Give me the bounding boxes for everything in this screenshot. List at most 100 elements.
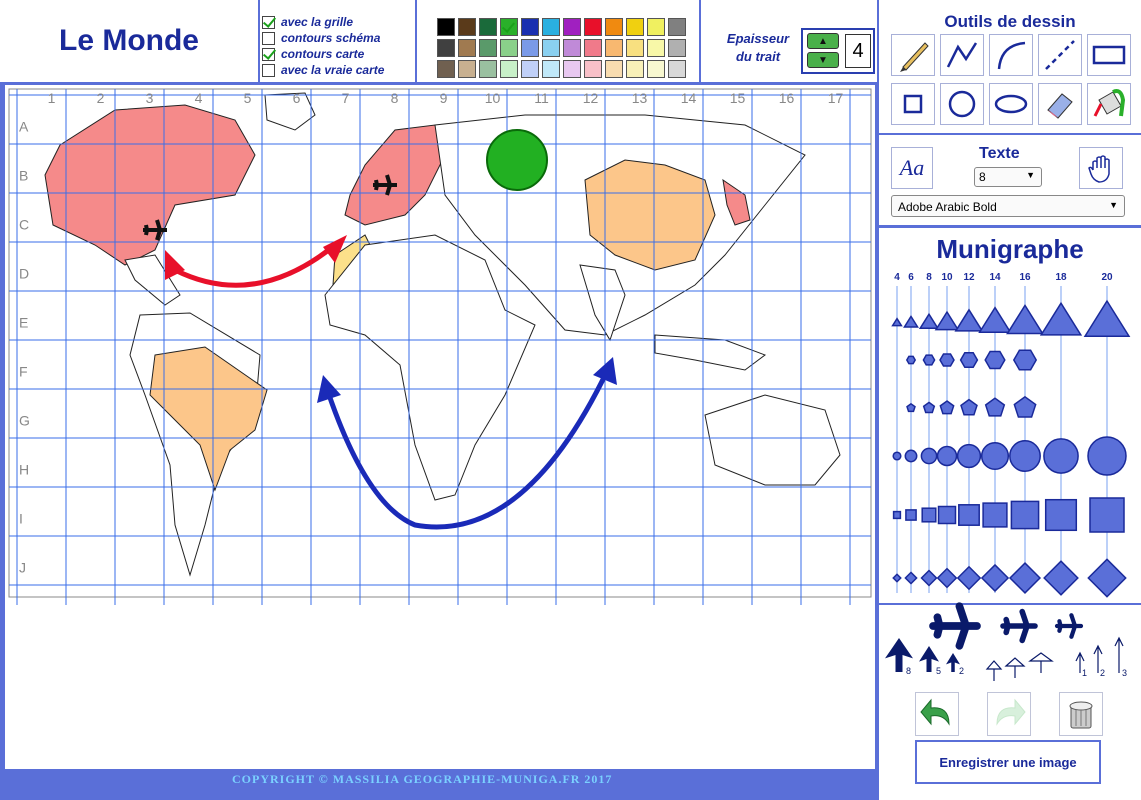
outlines-checkbox[interactable] <box>262 47 275 61</box>
triangle-symbol <box>918 312 940 330</box>
pentagon-symbol <box>1013 395 1037 418</box>
arrow-size-label: 5 <box>936 666 941 676</box>
square-tool-button[interactable] <box>891 83 935 125</box>
color-swatch[interactable] <box>563 39 581 57</box>
dashed-line-tool-button[interactable] <box>1038 34 1082 76</box>
grid-column-label: 1 <box>48 90 56 106</box>
color-swatch[interactable] <box>563 60 581 78</box>
color-swatch[interactable] <box>584 60 602 78</box>
diamond-symbol <box>936 567 958 589</box>
save-image-button[interactable]: Enregistrer une image <box>915 740 1101 784</box>
symbol-size-label: 8 <box>926 272 932 283</box>
fill-tool-button[interactable] <box>1087 83 1131 125</box>
move-text-button[interactable] <box>1079 147 1123 189</box>
curve-icon <box>997 41 1026 70</box>
text-panel: Aa Texte 8 ▼ Adobe Arabic Bold ▼ <box>879 135 1141 225</box>
copyright-text: COPYRIGHT © MASSILIA GEOGRAPHIE-MUNIGA.F… <box>232 772 613 786</box>
symbol-size-label: 20 <box>1101 272 1113 283</box>
schema-checkbox[interactable] <box>262 31 275 45</box>
color-swatch[interactable] <box>437 39 455 57</box>
grid-column-label: 17 <box>828 90 844 106</box>
color-swatch[interactable] <box>458 60 476 78</box>
diamond-symbol <box>1008 561 1042 595</box>
color-swatch[interactable] <box>626 60 644 78</box>
diamond-symbol <box>904 571 918 585</box>
color-swatch[interactable] <box>479 60 497 78</box>
circle-symbol <box>920 447 938 465</box>
option-grid[interactable]: avec la grille <box>262 14 415 30</box>
font-family-select[interactable]: Adobe Arabic Bold ▼ <box>891 195 1125 217</box>
color-swatch[interactable] <box>563 18 581 36</box>
option-map-outlines[interactable]: contours carte <box>262 46 415 62</box>
ellipse-tool-button[interactable] <box>989 83 1033 125</box>
pencil-icon <box>900 42 929 72</box>
color-palette-panel <box>417 0 699 82</box>
undo-button[interactable] <box>915 692 959 736</box>
symbol-size-label: 12 <box>963 272 975 283</box>
color-swatch[interactable] <box>584 39 602 57</box>
circle-symbol <box>936 445 958 467</box>
color-swatch[interactable] <box>500 39 518 57</box>
color-swatch[interactable] <box>626 18 644 36</box>
circle-tool-button[interactable] <box>940 83 984 125</box>
color-swatch[interactable] <box>647 39 665 57</box>
rectangle-icon <box>1092 45 1126 65</box>
decrease-thickness-button[interactable]: ▼ <box>807 52 839 68</box>
color-swatch[interactable] <box>605 60 623 78</box>
increase-thickness-button[interactable]: ▲ <box>807 33 839 49</box>
color-swatch[interactable] <box>500 18 518 36</box>
color-swatch[interactable] <box>668 39 686 57</box>
color-swatch[interactable] <box>542 18 560 36</box>
color-swatch[interactable] <box>437 60 455 78</box>
triangle-symbol <box>891 317 903 327</box>
pencil-tool-button[interactable] <box>891 34 935 76</box>
color-swatch[interactable] <box>647 18 665 36</box>
thickness-sublabel: du trait <box>735 49 781 64</box>
grid-column-label: 9 <box>440 90 448 106</box>
triangle-symbol <box>954 308 984 332</box>
circle-icon <box>948 90 976 118</box>
diamond-symbol <box>892 573 902 583</box>
redo-arrow-icon <box>996 698 1026 726</box>
ellipse-icon <box>994 94 1028 114</box>
text-heading: Texte <box>979 145 1020 162</box>
color-swatch[interactable] <box>437 18 455 36</box>
color-swatch[interactable] <box>542 39 560 57</box>
option-real-map[interactable]: avec la vraie carte <box>262 62 415 78</box>
redo-button[interactable] <box>987 692 1031 736</box>
color-swatch[interactable] <box>521 18 539 36</box>
color-swatch[interactable] <box>584 18 602 36</box>
eraser-icon <box>1047 93 1073 119</box>
grid-checkbox[interactable] <box>262 15 275 29</box>
curve-tool-button[interactable] <box>989 34 1033 76</box>
color-swatch[interactable] <box>521 60 539 78</box>
eraser-tool-button[interactable] <box>1038 83 1082 125</box>
color-palette <box>437 18 687 79</box>
polyline-tool-button[interactable] <box>940 34 984 76</box>
square-icon <box>903 94 923 114</box>
color-swatch[interactable] <box>458 18 476 36</box>
option-schema-outlines[interactable]: contours schéma <box>262 30 415 46</box>
real-map-checkbox[interactable] <box>262 63 275 77</box>
trash-button[interactable] <box>1059 692 1103 736</box>
color-swatch[interactable] <box>626 39 644 57</box>
color-swatch[interactable] <box>542 60 560 78</box>
color-swatch[interactable] <box>479 39 497 57</box>
font-size-select[interactable]: 8 ▼ <box>974 167 1042 187</box>
color-swatch[interactable] <box>458 39 476 57</box>
page-title: Le Monde <box>59 24 199 57</box>
color-swatch[interactable] <box>605 18 623 36</box>
color-swatch[interactable] <box>668 60 686 78</box>
color-swatch[interactable] <box>647 60 665 78</box>
triangle-symbol <box>934 310 960 331</box>
color-swatch[interactable] <box>668 18 686 36</box>
map-canvas[interactable]: 1 2 3 4 5 6 7 8 9 10 11 12 13 14 15 16 17 A B C D E F G H I J <box>4 84 876 770</box>
text-tool-button[interactable]: Aa <box>891 147 933 189</box>
color-swatch[interactable] <box>500 60 518 78</box>
color-swatch[interactable] <box>479 18 497 36</box>
color-swatch[interactable] <box>605 39 623 57</box>
color-swatch[interactable] <box>521 39 539 57</box>
world-map[interactable]: 1 2 3 4 5 6 7 8 9 10 11 12 13 14 15 16 17ABCDEFGHIJ <box>5 85 877 771</box>
rectangle-tool-button[interactable] <box>1087 34 1131 76</box>
grid-column-label: 6 <box>293 90 301 106</box>
